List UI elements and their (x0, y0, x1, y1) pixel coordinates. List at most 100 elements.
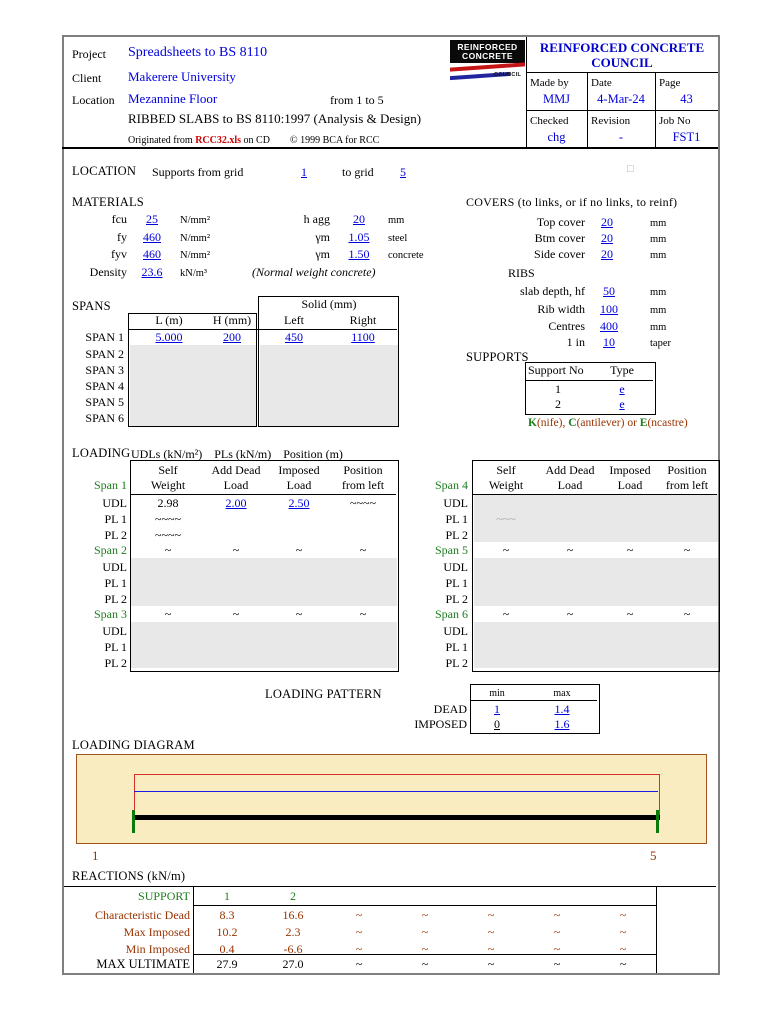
materials-value[interactable]: 460 (133, 248, 171, 261)
span-row-label: SPAN 2 (85, 347, 124, 361)
span1-length[interactable]: 5.000 (130, 331, 208, 344)
materials-label: fyv (111, 247, 127, 261)
checked-value[interactable]: chg (526, 131, 587, 144)
checkbox-marker: □ (627, 163, 634, 175)
materials-value[interactable]: 20 (338, 213, 380, 226)
span-row-label: SPAN 4 (85, 379, 124, 393)
ribs-value[interactable]: 400 (592, 320, 626, 333)
covers-value[interactable]: 20 (592, 216, 622, 229)
support-type[interactable]: e (594, 398, 650, 411)
job-no-value[interactable]: FST1 (655, 131, 718, 144)
imposed-min[interactable]: 0 (472, 718, 522, 731)
grid-from-value[interactable]: 1 (288, 166, 320, 179)
reactions-row-label: Characteristic Dead (95, 908, 190, 922)
loading-col-header: from left (665, 478, 709, 492)
span4-pl1: ~~~ (496, 512, 516, 526)
reaction-value: ~ (619, 908, 627, 922)
spans-solid-header: Solid (mm) (301, 297, 357, 311)
span1-solid-left[interactable]: 450 (260, 331, 328, 344)
client-label: Client (72, 71, 102, 85)
spans-col-header: Right (349, 313, 377, 327)
grid-to-value[interactable]: 5 (390, 166, 416, 179)
tilde: ~ (232, 543, 240, 557)
span1-imposed[interactable]: 2.50 (268, 497, 330, 510)
materials-value[interactable]: 25 (133, 213, 171, 226)
imposed-label: IMPOSED (414, 717, 467, 731)
materials-label: fy (117, 230, 127, 244)
reactions-top-border (64, 886, 716, 887)
covers-value[interactable]: 20 (592, 248, 622, 261)
location-value[interactable]: Mezannine Floor (128, 92, 217, 105)
materials-value[interactable]: 23.6 (130, 266, 174, 279)
date-value[interactable]: 4-Mar-24 (587, 93, 655, 106)
loading-col-header: Imposed (609, 463, 651, 477)
covers-label: Side cover (534, 247, 585, 261)
note-c-rest: (antilever) or (576, 417, 640, 429)
materials-value[interactable]: 1.50 (338, 248, 380, 261)
materials-unit: concrete (388, 250, 424, 261)
span1-self-weight: 2.98 (157, 496, 179, 510)
covers-unit: mm (650, 250, 667, 261)
ribs-value[interactable]: 50 (592, 285, 626, 298)
pattern-header-underline (471, 700, 597, 701)
covers-label: Btm cover (534, 231, 585, 245)
covers-unit: mm (650, 218, 667, 229)
span4-label: Span 4 (435, 478, 468, 492)
span2-label: Span 2 (94, 543, 127, 557)
imposed-max[interactable]: 1.6 (532, 718, 592, 731)
materials-note: (Normal weight concrete) (252, 265, 376, 279)
materials-unit: N/mm² (180, 215, 210, 226)
reaction-value: 27.9 (216, 957, 238, 971)
originated-prefix: Originated from (128, 135, 196, 146)
project-value[interactable]: Spreadsheets to BS 8110 (128, 46, 267, 60)
page-value[interactable]: 43 (655, 93, 718, 106)
originated-suffix: on CD (241, 135, 270, 146)
support-type[interactable]: e (594, 383, 650, 396)
rcc-logo-line2: CONCRETE (462, 50, 513, 61)
made-by-value[interactable]: MMJ (526, 93, 587, 106)
loading-header-underline (131, 494, 396, 495)
span6-label: Span 6 (435, 607, 468, 621)
diagram-beam (132, 815, 660, 820)
dead-max[interactable]: 1.4 (532, 703, 592, 716)
client-value[interactable]: Makerere University (128, 70, 236, 83)
support-no: 2 (555, 397, 561, 411)
supports-col-no: Support No (528, 363, 584, 377)
reaction-value: ~ (553, 925, 561, 939)
supports-title: SUPPORTS (466, 350, 529, 364)
dead-min[interactable]: 1 (472, 703, 522, 716)
row-label-udl: UDL (102, 560, 127, 574)
materials-label: h agg (303, 212, 330, 226)
row-label-pl1: PL 1 (445, 640, 468, 654)
tilde: ~ (502, 607, 510, 621)
ribs-unit: mm (650, 287, 667, 298)
header-divider (526, 72, 718, 73)
ribs-label: Rib width (537, 302, 585, 316)
materials-label: Density (89, 265, 127, 279)
reaction-value: ~ (553, 908, 561, 922)
span1-pl2: ~~~~ (155, 528, 181, 542)
materials-value[interactable]: 460 (133, 231, 171, 244)
ribs-value[interactable]: 100 (592, 303, 626, 316)
note-k-rest: (nife), (536, 417, 569, 429)
span1-solid-right[interactable]: 1100 (328, 331, 398, 344)
span1-depth[interactable]: 200 (208, 331, 256, 344)
row-label-pl2: PL 2 (104, 656, 127, 670)
revision-value[interactable]: - (587, 131, 655, 144)
row-label-udl: UDL (443, 496, 468, 510)
materials-value[interactable]: 1.05 (338, 231, 380, 244)
covers-value[interactable]: 20 (592, 232, 622, 245)
span-row-label: SPAN 5 (85, 395, 124, 409)
spans-title: SPANS (72, 299, 111, 313)
row-label-pl1: PL 1 (104, 512, 127, 526)
reaction-value: ~ (487, 942, 495, 956)
loading-col-header: Self (158, 463, 178, 477)
ribs-value[interactable]: 10 (592, 336, 626, 349)
supports-header-underline (526, 380, 653, 381)
span1-add-dead[interactable]: 2.00 (204, 497, 268, 510)
reactions-row-label: Max Imposed (123, 925, 190, 939)
loading-col-header: Imposed (278, 463, 320, 477)
reaction-value: 27.0 (282, 957, 304, 971)
reaction-value: 2.3 (285, 925, 301, 939)
reaction-value: -6.6 (283, 942, 303, 956)
